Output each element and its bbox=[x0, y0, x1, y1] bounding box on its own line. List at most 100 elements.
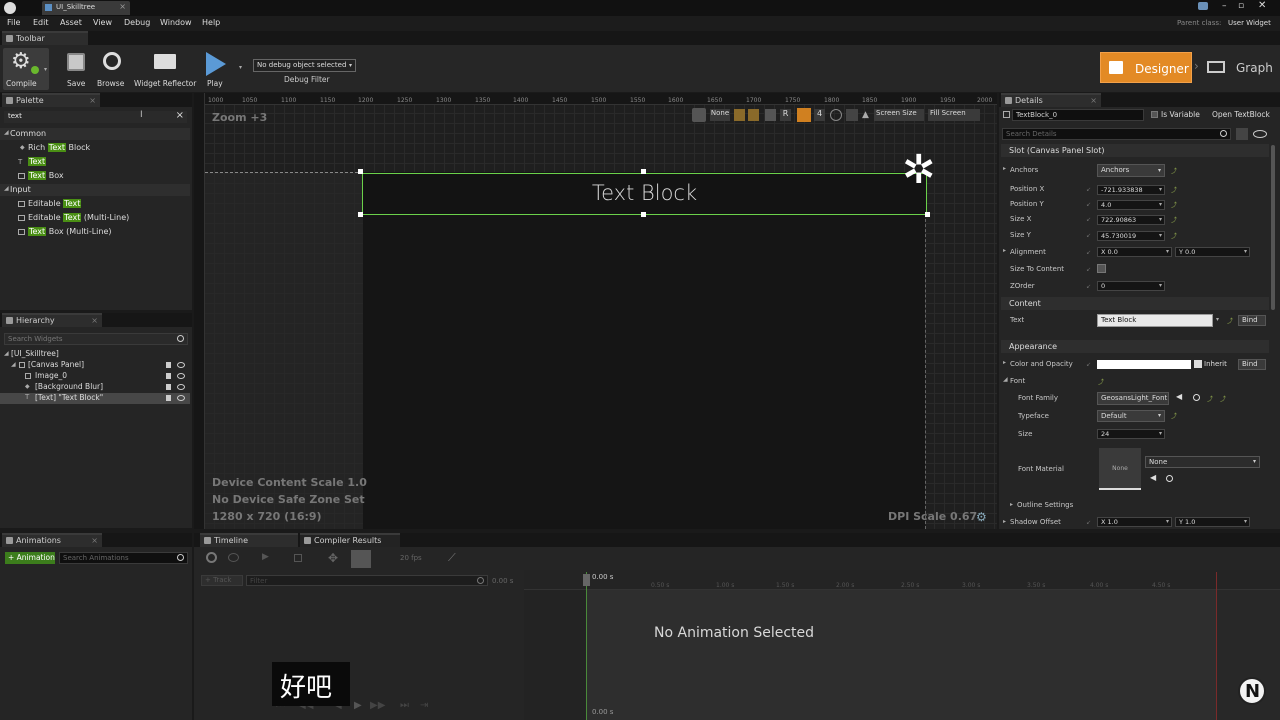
play-dropdown-icon[interactable]: ▾ bbox=[239, 64, 242, 71]
anchors-dropdown[interactable]: Anchors ▾ bbox=[1097, 164, 1165, 177]
save-button[interactable]: Save bbox=[62, 48, 90, 90]
maximize-icon[interactable]: ▫ bbox=[1238, 1, 1244, 11]
parent-class-value[interactable]: User Widget bbox=[1228, 19, 1271, 27]
respect-locks-button[interactable]: R bbox=[780, 109, 791, 121]
inherit-checkbox[interactable] bbox=[1194, 360, 1202, 368]
notification-icon[interactable] bbox=[1198, 2, 1208, 10]
resize-handle[interactable] bbox=[641, 169, 646, 174]
resize-handle[interactable] bbox=[641, 212, 646, 217]
warning-icon[interactable]: ▲ bbox=[862, 110, 869, 120]
grid-toggle-icon[interactable] bbox=[765, 109, 776, 121]
grid-snap-icon[interactable] bbox=[797, 108, 811, 122]
reset-arrow-icon[interactable]: ⤴ bbox=[1207, 394, 1213, 403]
eye-icon[interactable] bbox=[177, 384, 185, 390]
menu-window[interactable]: Window bbox=[160, 18, 192, 27]
palette-category-input[interactable]: ◢ Input bbox=[0, 184, 190, 196]
size-y-field[interactable]: 45.730019 bbox=[1097, 231, 1165, 241]
reset-arrow-icon[interactable]: ⤴ bbox=[1171, 231, 1177, 240]
tree-row-background-blur[interactable]: ◆ [Background Blur] bbox=[0, 382, 190, 393]
timeline-tab[interactable]: Timeline bbox=[200, 533, 298, 547]
use-selected-arrow-icon[interactable]: ◀ bbox=[1150, 473, 1156, 482]
menu-asset[interactable]: Asset bbox=[60, 18, 82, 27]
details-tab[interactable]: Details × bbox=[1001, 93, 1101, 107]
palette-category-common[interactable]: ◢ Common bbox=[0, 128, 190, 140]
expand-arrow-icon[interactable]: ▸ bbox=[1003, 247, 1006, 254]
palette-item-rich-text-block[interactable]: ◆ Rich Text Block bbox=[0, 142, 190, 154]
shadow-x-field[interactable]: X 1.0 bbox=[1097, 517, 1172, 527]
reset-arrow-icon[interactable]: ⤴ bbox=[1171, 166, 1177, 175]
font-material-dropdown[interactable]: None ▾ bbox=[1145, 456, 1260, 468]
lock-icon[interactable] bbox=[166, 362, 171, 368]
reset-arrow-icon[interactable]: ⤴ bbox=[1171, 185, 1177, 194]
font-family-dropdown[interactable]: GeosansLight_Font bbox=[1097, 392, 1169, 405]
browse-button[interactable]: Browse bbox=[95, 48, 129, 90]
anchor-flower-icon[interactable]: ✲ bbox=[902, 150, 936, 190]
step-forward-icon[interactable]: ▶▶ bbox=[370, 700, 385, 711]
lock-icon[interactable] bbox=[166, 384, 171, 390]
palette-item-text[interactable]: T Text bbox=[0, 156, 190, 168]
slot-section-header[interactable]: Slot (Canvas Panel Slot) bbox=[1001, 144, 1269, 157]
reset-arrow-icon[interactable]: ⤴ bbox=[1098, 377, 1104, 386]
expand-arrow-icon[interactable]: ▸ bbox=[1010, 501, 1013, 508]
palette-tab[interactable]: Palette × bbox=[2, 93, 100, 107]
expand-arrow-icon[interactable]: ▸ bbox=[1003, 165, 1006, 172]
toolbar-tab[interactable]: Toolbar bbox=[2, 31, 88, 45]
hierarchy-tab[interactable]: Hierarchy × bbox=[2, 313, 102, 327]
palette-item-editable-text[interactable]: Editable Text bbox=[0, 198, 190, 210]
hierarchy-search-input[interactable]: Search Widgets bbox=[4, 333, 188, 345]
minimize-icon[interactable]: – bbox=[1222, 1, 1227, 11]
collapse-arrow-icon[interactable]: ◢ bbox=[1003, 376, 1008, 383]
compile-dropdown-icon[interactable]: ▾ bbox=[44, 66, 47, 73]
snap-icon[interactable]: ✥ bbox=[328, 551, 338, 565]
eye-icon[interactable] bbox=[177, 362, 185, 368]
typeface-dropdown[interactable]: Default ▾ bbox=[1097, 410, 1165, 422]
resize-handle[interactable] bbox=[358, 212, 363, 217]
browse-search-icon[interactable] bbox=[1193, 394, 1200, 401]
animations-tab[interactable]: Animations × bbox=[2, 533, 102, 547]
close-tab-icon[interactable]: × bbox=[89, 95, 96, 106]
playhead[interactable] bbox=[586, 572, 587, 720]
details-search-input[interactable]: Search Details bbox=[1002, 128, 1231, 140]
document-tab[interactable]: UI_Skilltree × bbox=[42, 1, 130, 15]
open-textblock-link[interactable]: Open TextBlock bbox=[1212, 110, 1270, 119]
debug-object-dropdown[interactable]: No debug object selected ▾ bbox=[253, 59, 356, 72]
timeline-filter-input[interactable]: Filter bbox=[246, 575, 488, 586]
tree-row-canvas-panel[interactable]: ◢ [Canvas Panel] bbox=[0, 360, 190, 371]
browse-search-icon[interactable] bbox=[1166, 475, 1173, 482]
loop-icon[interactable] bbox=[206, 552, 217, 563]
expand-arrow-icon[interactable]: ▸ bbox=[1003, 518, 1006, 525]
position-x-field[interactable]: -721.933838 bbox=[1097, 185, 1165, 195]
text-value-field[interactable]: Text Block bbox=[1097, 314, 1213, 327]
curve-editor-icon[interactable]: ⟋ bbox=[448, 551, 456, 565]
screen-size-dropdown[interactable]: Screen Size bbox=[874, 109, 924, 121]
reset-arrow-icon[interactable]: ⤴ bbox=[1220, 394, 1226, 403]
resize-handle[interactable] bbox=[925, 212, 930, 217]
color-bind-button[interactable]: Bind bbox=[1238, 359, 1266, 370]
reset-arrow-icon[interactable]: ⤴ bbox=[1171, 200, 1177, 209]
clear-search-icon[interactable]: × bbox=[176, 110, 184, 121]
designer-mode-button[interactable]: Designer bbox=[1100, 52, 1192, 83]
reset-arrow-icon[interactable]: ⤴ bbox=[1171, 215, 1177, 224]
snap-active-icon[interactable] bbox=[351, 550, 371, 568]
close-tab-icon[interactable]: × bbox=[1090, 95, 1097, 106]
close-tab-icon[interactable]: × bbox=[119, 2, 126, 11]
loop-toggle-icon[interactable]: ⇥ bbox=[420, 700, 428, 711]
tree-row-root[interactable]: ◢ [UI_Skilltree] bbox=[0, 349, 190, 360]
compiler-results-tab[interactable]: Compiler Results bbox=[300, 533, 400, 547]
graph-mode-button[interactable]: Graph bbox=[1203, 52, 1275, 83]
text-block-widget[interactable]: Text Block bbox=[362, 173, 927, 215]
view-options-icon[interactable] bbox=[228, 553, 239, 562]
track-button[interactable]: + Track bbox=[201, 575, 243, 586]
lock-icon[interactable] bbox=[166, 395, 171, 401]
snap-none-button[interactable]: None bbox=[710, 109, 730, 121]
size-x-field[interactable]: 722.90863 bbox=[1097, 215, 1165, 225]
fps-dropdown[interactable]: 20 fps bbox=[400, 554, 422, 562]
details-scrollbar[interactable] bbox=[1271, 145, 1275, 310]
animations-search-input[interactable]: Search Animations bbox=[59, 552, 188, 564]
size-to-content-checkbox[interactable] bbox=[1097, 264, 1106, 273]
palette-item-text-box-multiline[interactable]: Text Box (Multi-Line) bbox=[0, 226, 190, 238]
jump-end-icon[interactable]: ⏭ bbox=[400, 700, 409, 711]
play-range-icon[interactable]: ▶ bbox=[262, 552, 269, 562]
position-y-field[interactable]: 4.0 bbox=[1097, 200, 1165, 210]
zoom-fit-icon[interactable] bbox=[846, 109, 858, 121]
